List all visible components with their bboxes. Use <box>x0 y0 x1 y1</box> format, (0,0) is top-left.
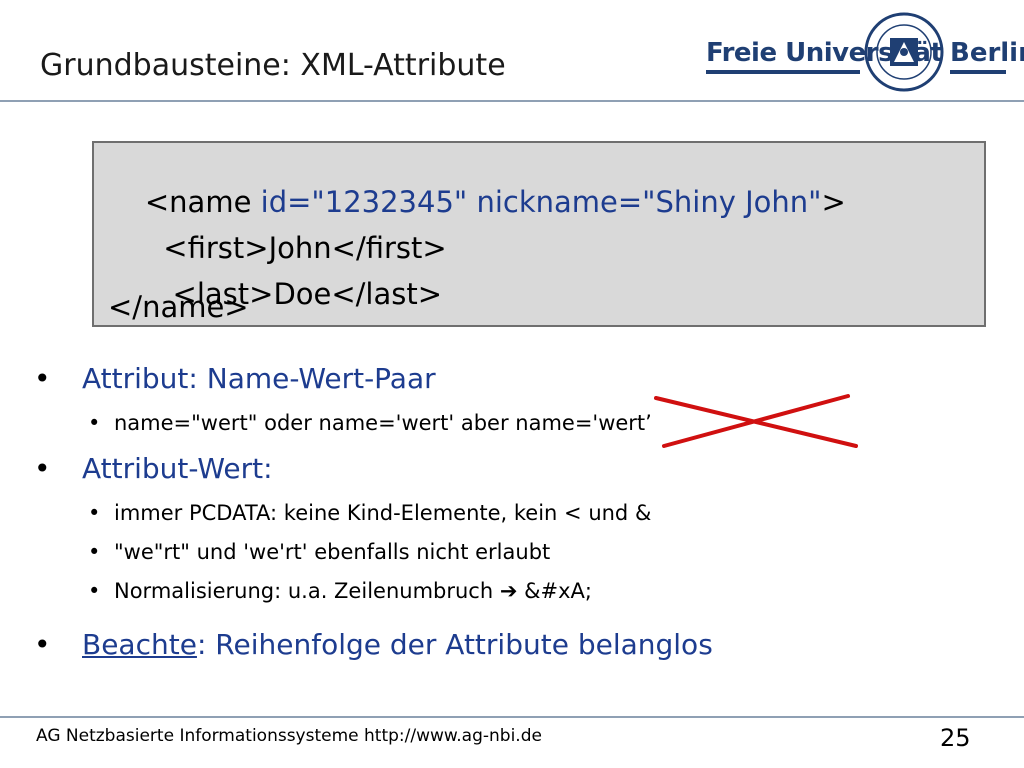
sub-bullet-dot: • <box>88 579 101 603</box>
strike-cross-icon <box>654 394 858 448</box>
beachte-link[interactable]: Beachte <box>82 628 197 661</box>
bullet-text: Attribut: Name-Wert-Paar <box>82 362 436 395</box>
footer-rule <box>0 716 1024 718</box>
logo-underline-city <box>950 70 1006 74</box>
sub-bullet-text: name="wert" oder name='wert' aber name='… <box>114 411 652 435</box>
page-number: 25 <box>940 724 971 752</box>
university-seal-icon <box>864 12 944 92</box>
code-tag-close: > <box>821 185 846 219</box>
sub-bullet-dot: • <box>88 540 101 564</box>
bullet-dot: • <box>34 628 51 661</box>
university-logo: Freie Universität Berlin <box>706 12 1024 94</box>
logo-city: Berlin <box>950 38 1024 68</box>
slide-title: Grundbausteine: XML-Attribute <box>40 48 506 83</box>
code-last-value: Doe <box>273 277 332 311</box>
bullet-text: Attribut-Wert: <box>82 452 273 485</box>
normalisierung-text: Normalisierung: u.a. Zeilenumbruch <box>114 579 494 603</box>
xml-code-box: <name id="1232345" nickname="Shiny John"… <box>92 141 986 327</box>
sub-bullet-text: "we"rt" und 'we'rt' ebenfalls nicht erla… <box>114 540 551 564</box>
title-rule <box>0 100 1024 102</box>
code-line-4: </name> <box>108 290 249 324</box>
logo-underline <box>706 70 860 74</box>
sub-bullet-text: Normalisierung: u.a. Zeilenumbruch ➔ &#x… <box>114 579 592 603</box>
beachte-rest: : Reihenfolge der Attribute belanglos <box>196 628 713 661</box>
newline-entity: &#xA; <box>524 579 592 603</box>
bullet-dot: • <box>34 452 51 485</box>
bullet-text: Beachte: Reihenfolge der Attribute belan… <box>82 628 713 661</box>
arrow-right-icon: ➔ <box>499 579 518 603</box>
sub-bullet-dot: • <box>88 501 101 525</box>
bullet-dot: • <box>34 362 51 395</box>
sub-bullet-text: immer PCDATA: keine Kind-Elemente, kein … <box>114 501 652 525</box>
footer-text: AG Netzbasierte Informationssysteme http… <box>36 726 542 746</box>
code-last-close: </last> <box>331 277 443 311</box>
sub-bullet-dot: • <box>88 411 101 435</box>
